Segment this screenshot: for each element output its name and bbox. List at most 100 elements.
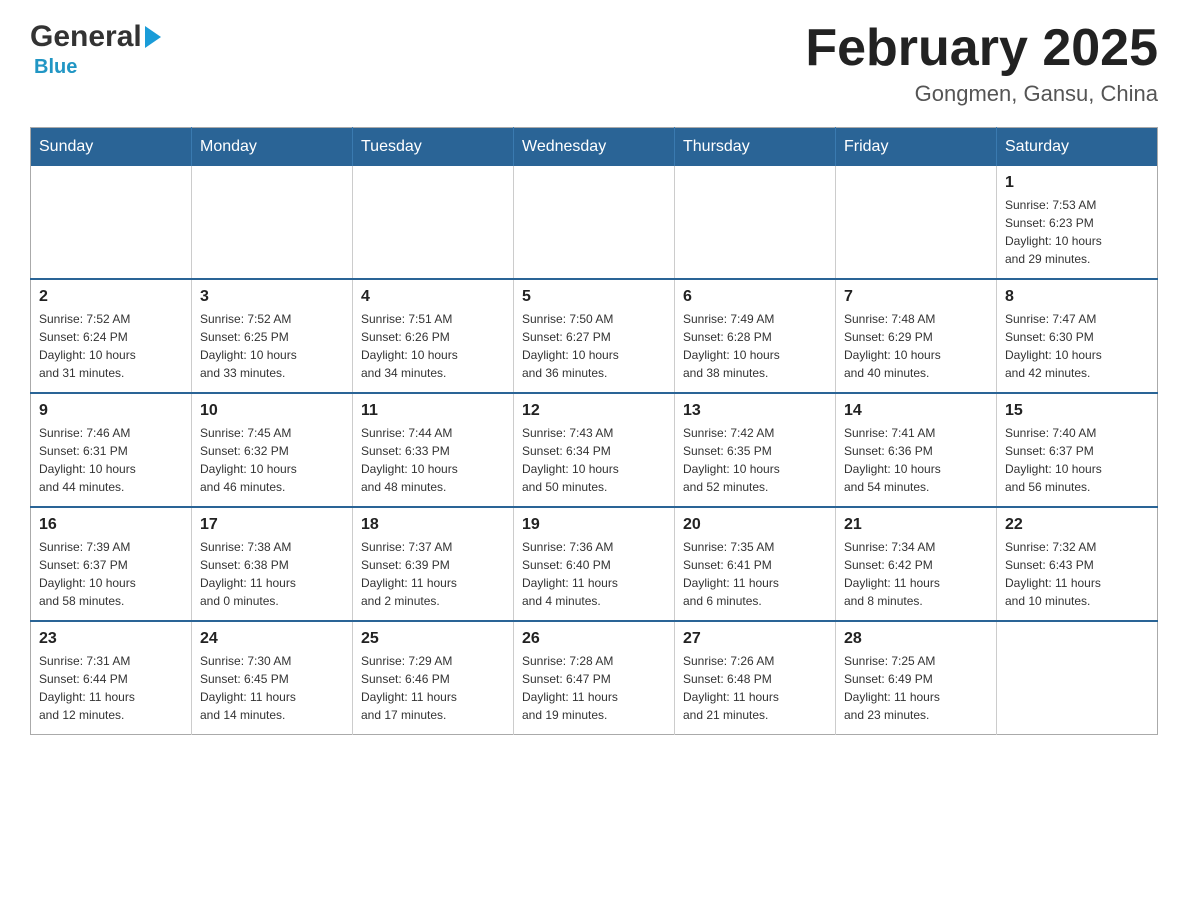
day-info: Sunrise: 7:41 AM Sunset: 6:36 PM Dayligh… bbox=[844, 424, 988, 496]
day-number: 9 bbox=[39, 402, 183, 420]
logo-area: General Blue bbox=[30, 20, 161, 79]
day-number: 15 bbox=[1005, 402, 1149, 420]
calendar-week-row: 1Sunrise: 7:53 AM Sunset: 6:23 PM Daylig… bbox=[31, 166, 1158, 279]
day-info: Sunrise: 7:47 AM Sunset: 6:30 PM Dayligh… bbox=[1005, 310, 1149, 382]
calendar-cell: 9 Sunrise: 7:46 AM Sunset: 6:31 PM Daylig… bbox=[31, 393, 192, 507]
day-info: Sunrise: 7:36 AM Sunset: 6:40 PM Dayligh… bbox=[522, 538, 666, 610]
calendar-week-row: 9 Sunrise: 7:46 AM Sunset: 6:31 PM Daylig… bbox=[31, 393, 1158, 507]
calendar-cell: 10Sunrise: 7:45 AM Sunset: 6:32 PM Dayli… bbox=[192, 393, 353, 507]
calendar-cell: 27 Sunrise: 7:26 AM Sunset: 6:48 PM Dayli… bbox=[675, 621, 836, 735]
calendar-cell: 4Sunrise: 7:51 AM Sunset: 6:26 PM Daylig… bbox=[353, 279, 514, 393]
day-info: Sunrise: 7:38 AM Sunset: 6:38 PM Dayligh… bbox=[200, 538, 344, 610]
calendar-cell bbox=[192, 166, 353, 279]
day-info: Sunrise: 7:52 AM Sunset: 6:24 PM Dayligh… bbox=[39, 310, 183, 382]
day-number: 19 bbox=[522, 516, 666, 534]
day-number: 23 bbox=[39, 630, 183, 648]
calendar-cell: 12 Sunrise: 7:43 AM Sunset: 6:34 PM Dayli… bbox=[514, 393, 675, 507]
calendar-cell: 3 Sunrise: 7:52 AM Sunset: 6:25 PM Daylig… bbox=[192, 279, 353, 393]
day-info: Sunrise: 7:35 AM Sunset: 6:41 PM Dayligh… bbox=[683, 538, 827, 610]
weekday-header-tuesday: Tuesday bbox=[353, 128, 514, 167]
calendar-cell bbox=[31, 166, 192, 279]
calendar-cell bbox=[836, 166, 997, 279]
day-info: Sunrise: 7:50 AM Sunset: 6:27 PM Dayligh… bbox=[522, 310, 666, 382]
calendar-week-row: 2 Sunrise: 7:52 AM Sunset: 6:24 PM Daylig… bbox=[31, 279, 1158, 393]
calendar-cell: 25 Sunrise: 7:29 AM Sunset: 6:46 PM Dayli… bbox=[353, 621, 514, 735]
day-number: 6 bbox=[683, 288, 827, 306]
calendar-cell: 22 Sunrise: 7:32 AM Sunset: 6:43 PM Dayli… bbox=[997, 507, 1158, 621]
calendar-cell: 7 Sunrise: 7:48 AM Sunset: 6:29 PM Daylig… bbox=[836, 279, 997, 393]
calendar-cell: 21Sunrise: 7:34 AM Sunset: 6:42 PM Dayli… bbox=[836, 507, 997, 621]
day-number: 20 bbox=[683, 516, 827, 534]
calendar-cell: 6 Sunrise: 7:49 AM Sunset: 6:28 PM Daylig… bbox=[675, 279, 836, 393]
day-info: Sunrise: 7:43 AM Sunset: 6:34 PM Dayligh… bbox=[522, 424, 666, 496]
calendar-cell: 18Sunrise: 7:37 AM Sunset: 6:39 PM Dayli… bbox=[353, 507, 514, 621]
day-info: Sunrise: 7:29 AM Sunset: 6:46 PM Dayligh… bbox=[361, 652, 505, 724]
month-title: February 2025 bbox=[805, 20, 1158, 77]
day-number: 12 bbox=[522, 402, 666, 420]
calendar-cell: 5 Sunrise: 7:50 AM Sunset: 6:27 PM Daylig… bbox=[514, 279, 675, 393]
weekday-header-friday: Friday bbox=[836, 128, 997, 167]
day-number: 5 bbox=[522, 288, 666, 306]
calendar-cell: 19 Sunrise: 7:36 AM Sunset: 6:40 PM Dayli… bbox=[514, 507, 675, 621]
logo-arrow-icon bbox=[145, 26, 161, 48]
day-info: Sunrise: 7:42 AM Sunset: 6:35 PM Dayligh… bbox=[683, 424, 827, 496]
weekday-header-wednesday: Wednesday bbox=[514, 128, 675, 167]
calendar-cell: 1Sunrise: 7:53 AM Sunset: 6:23 PM Daylig… bbox=[997, 166, 1158, 279]
weekday-header-thursday: Thursday bbox=[675, 128, 836, 167]
calendar-cell: 28 Sunrise: 7:25 AM Sunset: 6:49 PM Dayli… bbox=[836, 621, 997, 735]
calendar-cell: 11 Sunrise: 7:44 AM Sunset: 6:33 PM Dayli… bbox=[353, 393, 514, 507]
day-info: Sunrise: 7:52 AM Sunset: 6:25 PM Dayligh… bbox=[200, 310, 344, 382]
day-number: 2 bbox=[39, 288, 183, 306]
calendar-cell: 15 Sunrise: 7:40 AM Sunset: 6:37 PM Dayli… bbox=[997, 393, 1158, 507]
day-info: Sunrise: 7:25 AM Sunset: 6:49 PM Dayligh… bbox=[844, 652, 988, 724]
day-info: Sunrise: 7:44 AM Sunset: 6:33 PM Dayligh… bbox=[361, 424, 505, 496]
day-number: 18 bbox=[361, 516, 505, 534]
calendar-cell: 20 Sunrise: 7:35 AM Sunset: 6:41 PM Dayli… bbox=[675, 507, 836, 621]
day-info: Sunrise: 7:51 AM Sunset: 6:26 PM Dayligh… bbox=[361, 310, 505, 382]
day-info: Sunrise: 7:46 AM Sunset: 6:31 PM Dayligh… bbox=[39, 424, 183, 496]
calendar-week-row: 23Sunrise: 7:31 AM Sunset: 6:44 PM Dayli… bbox=[31, 621, 1158, 735]
day-number: 22 bbox=[1005, 516, 1149, 534]
calendar-cell: 17Sunrise: 7:38 AM Sunset: 6:38 PM Dayli… bbox=[192, 507, 353, 621]
day-number: 25 bbox=[361, 630, 505, 648]
day-info: Sunrise: 7:48 AM Sunset: 6:29 PM Dayligh… bbox=[844, 310, 988, 382]
calendar-week-row: 16Sunrise: 7:39 AM Sunset: 6:37 PM Dayli… bbox=[31, 507, 1158, 621]
calendar-cell: 14 Sunrise: 7:41 AM Sunset: 6:36 PM Dayli… bbox=[836, 393, 997, 507]
day-info: Sunrise: 7:53 AM Sunset: 6:23 PM Dayligh… bbox=[1005, 196, 1149, 268]
header: General Blue February 2025 Gongmen, Gans… bbox=[30, 20, 1158, 107]
day-number: 24 bbox=[200, 630, 344, 648]
day-info: Sunrise: 7:26 AM Sunset: 6:48 PM Dayligh… bbox=[683, 652, 827, 724]
calendar-table: SundayMondayTuesdayWednesdayThursdayFrid… bbox=[30, 127, 1158, 735]
day-info: Sunrise: 7:34 AM Sunset: 6:42 PM Dayligh… bbox=[844, 538, 988, 610]
calendar-cell: 16Sunrise: 7:39 AM Sunset: 6:37 PM Dayli… bbox=[31, 507, 192, 621]
logo-blue-text: Blue bbox=[30, 56, 77, 79]
calendar-cell: 24 Sunrise: 7:30 AM Sunset: 6:45 PM Dayli… bbox=[192, 621, 353, 735]
day-info: Sunrise: 7:39 AM Sunset: 6:37 PM Dayligh… bbox=[39, 538, 183, 610]
day-info: Sunrise: 7:30 AM Sunset: 6:45 PM Dayligh… bbox=[200, 652, 344, 724]
day-number: 14 bbox=[844, 402, 988, 420]
calendar-cell: 26 Sunrise: 7:28 AM Sunset: 6:47 PM Dayli… bbox=[514, 621, 675, 735]
day-number: 10 bbox=[200, 402, 344, 420]
calendar-cell bbox=[675, 166, 836, 279]
calendar-cell bbox=[997, 621, 1158, 735]
day-info: Sunrise: 7:32 AM Sunset: 6:43 PM Dayligh… bbox=[1005, 538, 1149, 610]
day-number: 11 bbox=[361, 402, 505, 420]
calendar-cell: 8 Sunrise: 7:47 AM Sunset: 6:30 PM Daylig… bbox=[997, 279, 1158, 393]
calendar-cell bbox=[353, 166, 514, 279]
day-number: 3 bbox=[200, 288, 344, 306]
weekday-header-saturday: Saturday bbox=[997, 128, 1158, 167]
day-info: Sunrise: 7:28 AM Sunset: 6:47 PM Dayligh… bbox=[522, 652, 666, 724]
calendar-cell: 2 Sunrise: 7:52 AM Sunset: 6:24 PM Daylig… bbox=[31, 279, 192, 393]
day-info: Sunrise: 7:40 AM Sunset: 6:37 PM Dayligh… bbox=[1005, 424, 1149, 496]
title-area: February 2025 Gongmen, Gansu, China bbox=[805, 20, 1158, 107]
day-number: 26 bbox=[522, 630, 666, 648]
day-number: 27 bbox=[683, 630, 827, 648]
day-number: 8 bbox=[1005, 288, 1149, 306]
calendar-cell: 13Sunrise: 7:42 AM Sunset: 6:35 PM Dayli… bbox=[675, 393, 836, 507]
day-number: 7 bbox=[844, 288, 988, 306]
location-title: Gongmen, Gansu, China bbox=[805, 81, 1158, 107]
day-number: 28 bbox=[844, 630, 988, 648]
calendar-cell bbox=[514, 166, 675, 279]
logo-general-text: General bbox=[30, 20, 142, 54]
day-info: Sunrise: 7:49 AM Sunset: 6:28 PM Dayligh… bbox=[683, 310, 827, 382]
